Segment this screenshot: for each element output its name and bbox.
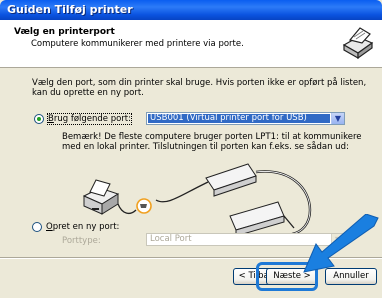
title-bar[interactable]: Guiden Tilføj printer <box>0 0 382 20</box>
intro-text: Vælg den port, som din printer skal brug… <box>32 78 367 98</box>
header-subtitle: Computere kommunikerer med printere via … <box>31 39 244 49</box>
create-new-port-radio[interactable] <box>32 222 42 232</box>
computer-illustration <box>82 179 120 215</box>
create-new-port-label[interactable]: Opret en ny port: <box>46 222 119 232</box>
port-type-value: Local Port <box>150 234 192 244</box>
add-printer-wizard-window: Guiden Tilføj printer Vælg en printerpor… <box>0 0 382 298</box>
parallel-cable-illustration <box>155 163 312 237</box>
new-port-accel: O <box>46 222 53 232</box>
pointer-arrow-icon <box>303 214 379 273</box>
note-text: Bemærk! De fleste computere bruger porte… <box>62 132 362 152</box>
chevron-down-icon[interactable]: ▼ <box>331 113 344 124</box>
use-existing-port-radio[interactable] <box>34 114 44 124</box>
window-title: Guiden Tilføj printer <box>7 3 133 16</box>
new-port-label-text: pret en ny port: <box>52 222 120 232</box>
port-select-value: USB001 (Virtual printer port for USB) <box>148 114 330 123</box>
use-existing-port-label[interactable]: Brug følgende port: <box>46 113 133 125</box>
printer-icon <box>342 27 374 60</box>
port-type-label: Porttype: <box>62 236 101 246</box>
header-title: Vælg en printerport <box>14 27 115 37</box>
wizard-header: Vælg en printerport Computere kommuniker… <box>0 20 382 68</box>
use-port-label-text: rug følgende port: <box>53 114 132 124</box>
port-select[interactable]: USB001 (Virtual printer port for USB) ▼ <box>146 112 345 125</box>
